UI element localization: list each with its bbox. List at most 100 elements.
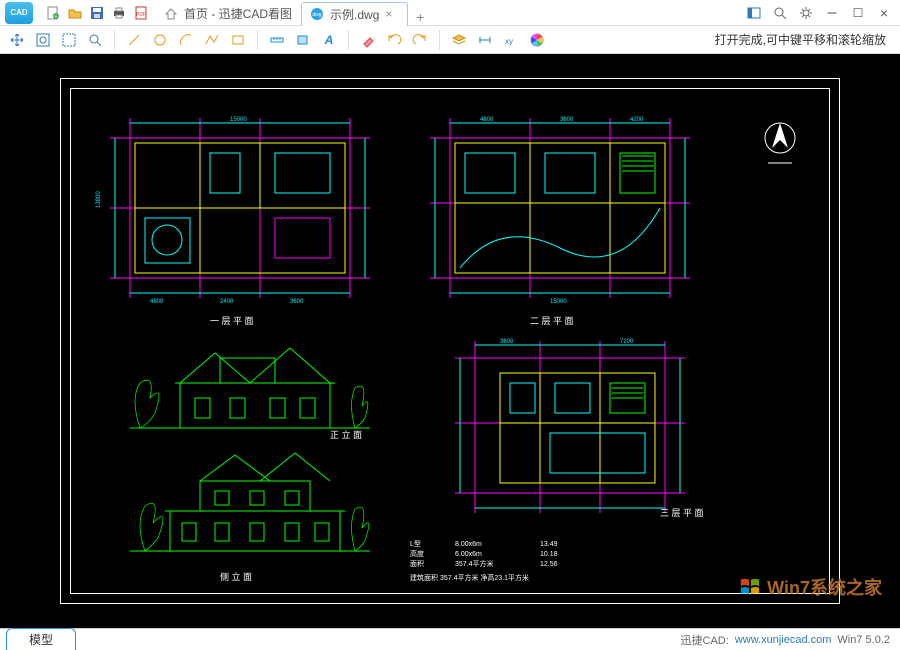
status-right: 迅捷CAD: www.xunjiecad.com Win7 5.0.2 [681, 632, 900, 648]
text-icon: A [325, 33, 334, 47]
svg-text:面积: 面积 [410, 559, 424, 568]
printer-icon [112, 6, 126, 20]
circle-tool-button[interactable] [149, 29, 171, 51]
add-tab-button[interactable]: + [411, 8, 429, 26]
statusbar: 模型 迅捷CAD: www.xunjiecad.com Win7 5.0.2 [0, 628, 900, 650]
new-file-button[interactable]: + [44, 4, 62, 22]
minimize-button[interactable]: – [822, 4, 842, 22]
separator [257, 30, 258, 50]
pan-icon [9, 32, 25, 48]
redo-button[interactable] [409, 29, 431, 51]
dimension-icon [477, 32, 493, 48]
separator [114, 30, 115, 50]
color-wheel-icon [529, 32, 545, 48]
dim-text: 4800 [480, 117, 494, 123]
zoom-extents-button[interactable] [32, 29, 54, 51]
tab-close-button[interactable]: × [385, 8, 397, 20]
measure-distance-button[interactable] [266, 29, 288, 51]
svg-text:8.00x6m: 8.00x6m [455, 541, 482, 548]
save-button[interactable] [88, 4, 106, 22]
floor-plan-1: 15000 480024003600 13800 [90, 108, 390, 308]
layers-icon [451, 32, 467, 48]
app-logo-badge: CAD [5, 2, 33, 24]
title-block: L型8.00x6m13.49 高度6.00x6m10.18 面积357.4平方米… [410, 536, 720, 584]
text-tool-button[interactable]: A [318, 29, 340, 51]
plan1-caption: 一 层 平 面 [210, 314, 254, 327]
color-wheel-button[interactable] [526, 29, 548, 51]
tab-home-label: 首页 - 迅捷CAD看图 [184, 5, 292, 22]
export-pdf-button[interactable]: PDF [132, 4, 150, 22]
zoom-extents-icon [35, 32, 51, 48]
separator [348, 30, 349, 50]
magnifier-icon [87, 32, 103, 48]
dim-text: 3600 [500, 339, 514, 345]
tab-home[interactable]: 首页 - 迅捷CAD看图 [156, 2, 302, 26]
elev2-caption: 侧 立 面 [220, 570, 252, 583]
ruler-icon [269, 32, 285, 48]
dim-text: 2400 [220, 299, 234, 305]
home-icon [164, 7, 178, 21]
search-icon [773, 6, 787, 20]
status-url: www.xunjiecad.com [735, 634, 832, 646]
arc-tool-button[interactable] [175, 29, 197, 51]
dim-text: 13800 [96, 191, 102, 208]
dimension-button[interactable] [474, 29, 496, 51]
rect-tool-button[interactable] [227, 29, 249, 51]
open-file-button[interactable] [66, 4, 84, 22]
svg-text:建筑面积 357.4平方米 净高23.1平方米: 建筑面积 357.4平方米 净高23.1平方米 [410, 573, 529, 582]
drawing-canvas[interactable]: 15000 480024003600 13800 一 层 平 面 4800360… [0, 54, 900, 628]
window-controls: – ☐ × [744, 4, 900, 22]
zoom-window-icon [61, 32, 77, 48]
erase-tool-button[interactable] [357, 29, 379, 51]
undo-icon [386, 32, 402, 48]
document-tabs: 首页 - 迅捷CAD看图 dwg 示例.dwg × + [156, 0, 429, 26]
zoom-tool-button[interactable] [84, 29, 106, 51]
maximize-icon: ☐ [853, 6, 864, 20]
save-icon [90, 6, 104, 20]
layers-button[interactable] [448, 29, 470, 51]
svg-text:dwg: dwg [312, 12, 321, 18]
plan3-caption: 三 层 平 面 [660, 506, 704, 519]
dim-text: 3600 [290, 299, 304, 305]
status-brand: 迅捷CAD: [681, 632, 729, 648]
svg-text:10.18: 10.18 [540, 551, 558, 558]
minimize-icon: – [828, 4, 837, 22]
titlebar: CAD + PDF 首页 - 迅捷CAD看图 dwg 示例.dw [0, 0, 900, 26]
line-tool-button[interactable] [123, 29, 145, 51]
settings-button[interactable] [796, 4, 816, 22]
svg-text:PDF: PDF [136, 12, 146, 18]
eraser-icon [360, 32, 376, 48]
coords-button[interactable]: xy [500, 29, 522, 51]
polyline-icon [204, 32, 220, 48]
folder-open-icon [68, 6, 82, 20]
xyz-icon: xy [503, 32, 519, 48]
svg-text:6.00x6m: 6.00x6m [455, 551, 482, 558]
toolbar-hint: 打开完成,可中键平移和滚轮缩放 [715, 31, 894, 48]
file-plus-icon: + [46, 6, 60, 20]
svg-text:357.4平方米: 357.4平方米 [455, 559, 494, 568]
zoom-window-button[interactable] [58, 29, 80, 51]
polyline-tool-button[interactable] [201, 29, 223, 51]
north-arrow-icon [760, 118, 800, 168]
print-button[interactable] [110, 4, 128, 22]
floor-plan-3: 36007200 [440, 333, 700, 523]
svg-text:xy: xy [505, 37, 513, 46]
close-button[interactable]: × [874, 4, 894, 22]
toggle-panel-button[interactable] [744, 4, 764, 22]
tab-file[interactable]: dwg 示例.dwg × [301, 2, 408, 26]
area-icon [295, 32, 311, 48]
undo-button[interactable] [383, 29, 405, 51]
search-button[interactable] [770, 4, 790, 22]
maximize-button[interactable]: ☐ [848, 4, 868, 22]
floor-plan-2: 480036004200 15000 [410, 108, 710, 308]
model-space-tab[interactable]: 模型 [6, 628, 76, 650]
app-logo: CAD [0, 0, 38, 26]
svg-text:高度: 高度 [410, 549, 424, 558]
panel-icon [747, 7, 761, 19]
pdf-icon: PDF [134, 6, 148, 20]
pan-tool-button[interactable] [6, 29, 28, 51]
arc-icon [178, 32, 194, 48]
measure-area-button[interactable] [292, 29, 314, 51]
close-icon: × [880, 5, 888, 21]
separator [439, 30, 440, 50]
